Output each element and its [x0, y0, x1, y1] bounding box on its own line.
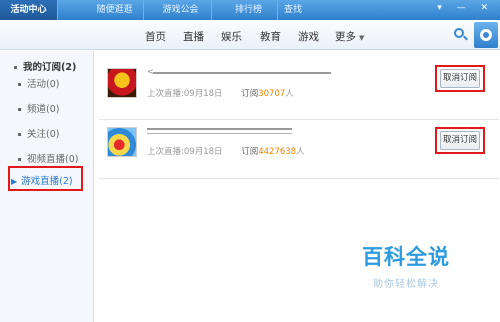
subscriber-unit: 人	[285, 89, 294, 99]
channel-name-redacted[interactable]	[153, 72, 331, 74]
bullet-icon	[18, 108, 21, 111]
channel-avatar[interactable]	[107, 127, 137, 157]
nav-more-label: 更多	[335, 31, 356, 43]
subscriber-unit: 人	[296, 147, 305, 157]
highlight-box	[8, 166, 83, 191]
sidebar-item-channel[interactable]: 频道(0)	[18, 101, 59, 115]
sidebar-title: 我的订阅(2)	[14, 59, 76, 73]
last-live-date: 09月18日	[183, 89, 223, 99]
divider	[99, 119, 499, 120]
last-live-label: 上次直播:	[147, 147, 184, 157]
window-controls[interactable]: ▾ — ✕	[437, 3, 494, 13]
sidebar-item-label: 关注(0)	[27, 129, 60, 140]
sidebar-title-label: 我的订阅(2)	[23, 62, 77, 73]
tab-search[interactable]: 查找	[264, 0, 322, 20]
list-item: < 上次直播:09月18日 订阅30707人 取消订阅	[95, 63, 500, 118]
bullet-icon	[18, 158, 21, 161]
watermark-title: 百科全说	[362, 245, 450, 269]
sidebar-item-activity[interactable]: 活动(0)	[18, 76, 59, 90]
search-icon[interactable]	[454, 28, 464, 38]
watermark: 百科全说 助你轻松解决	[346, 241, 466, 301]
sidebar-item-label: 活动(0)	[27, 79, 60, 90]
sidebar-item-label: 视频直播(0)	[27, 154, 79, 165]
channel-meta: 上次直播:09月18日 订阅30707人	[147, 87, 294, 99]
bullet-icon	[18, 133, 21, 136]
subscriber-count: 30707	[258, 89, 286, 99]
subscriber-count: 4427638	[258, 147, 297, 157]
sidebar-item-follow[interactable]: 关注(0)	[18, 126, 59, 140]
last-live-label: 上次直播:	[147, 89, 184, 99]
channel-name-redacted	[147, 133, 292, 134]
tab-game-guild[interactable]: 游戏公会	[150, 0, 212, 20]
watermark-subtitle: 助你轻松解决	[373, 279, 439, 290]
nav-home[interactable]: 首页	[145, 29, 166, 44]
sidebar-item-video-live[interactable]: 视频直播(0)	[18, 151, 78, 165]
channel-name-redacted[interactable]	[147, 128, 292, 130]
list-item: 上次直播:09月18日 订阅4427638人 取消订阅	[95, 121, 500, 176]
nav-education[interactable]: 教育	[260, 29, 281, 44]
sidebar: 我的订阅(2) 活动(0) 频道(0) 关注(0) 视频直播(0) ▶ 游戏直播(…	[0, 51, 94, 322]
sidebar-item-label: 频道(0)	[27, 104, 60, 115]
bullet-icon	[18, 83, 21, 86]
nav-live[interactable]: 直播	[183, 29, 204, 44]
highlight-box	[435, 65, 485, 92]
channel-meta: 上次直播:09月18日 订阅4427638人	[147, 145, 305, 157]
tab-activity-center[interactable]: 活动中心	[0, 0, 58, 20]
top-tab-bar: 活动中心 随便逛逛 游戏公会 排行榜 查找 ▾ — ✕	[0, 0, 500, 20]
highlight-box	[435, 127, 485, 154]
chevron-down-icon: ▼	[359, 34, 365, 42]
nav-games[interactable]: 游戏	[298, 29, 319, 44]
bullet-icon	[14, 66, 17, 69]
subscriber-label: 订阅	[241, 147, 259, 157]
channel-avatar[interactable]	[107, 68, 137, 98]
divider	[99, 178, 499, 179]
nav-entertainment[interactable]: 娱乐	[221, 29, 242, 44]
tab-browse[interactable]: 随便逛逛	[86, 0, 144, 20]
nav-more[interactable]: 更多 ▼	[335, 29, 364, 44]
last-live-date: 09月18日	[183, 147, 223, 157]
category-nav: 首页 直播 娱乐 教育 游戏 更多 ▼	[0, 20, 500, 50]
subscriber-label: 订阅	[241, 89, 259, 99]
shield-icon[interactable]	[474, 22, 498, 48]
